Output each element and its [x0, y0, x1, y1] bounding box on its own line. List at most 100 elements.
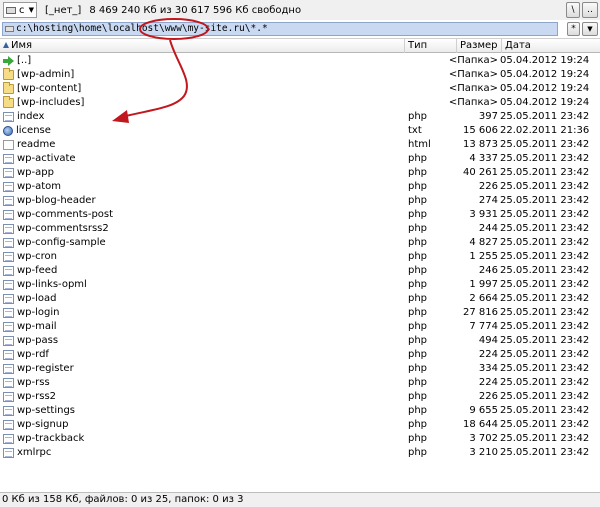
drive-icon — [5, 25, 14, 32]
file-row[interactable]: wp-register php 334 25.05.2011 23:42 — [0, 362, 600, 376]
file-row[interactable]: wp-comments-post php 3 931 25.05.2011 23:42 — [0, 208, 600, 222]
file-row[interactable]: wp-commentsrss2 php 244 25.05.2011 23:42 — [0, 222, 600, 236]
file-type: php — [408, 265, 428, 276]
root-dir-button[interactable]: \ — [566, 2, 580, 18]
file-name: wp-cron — [17, 251, 57, 262]
file-size: 224 — [478, 377, 498, 388]
file-name: wp-blog-header — [17, 195, 96, 206]
column-date[interactable]: Дата — [502, 39, 600, 53]
drive-letter: c — [19, 4, 25, 16]
file-name: wp-signup — [17, 419, 69, 430]
php-file-icon — [3, 350, 14, 360]
volume-label: [_нет_] — [45, 4, 82, 16]
file-size: 40 261 — [463, 167, 498, 178]
file-type: html — [408, 139, 431, 150]
parent-dir-button[interactable]: .. — [582, 2, 598, 18]
file-row[interactable]: xmlrpc php 3 210 25.05.2011 23:42 — [0, 446, 600, 460]
php-file-icon — [3, 294, 14, 304]
file-row[interactable]: wp-load php 2 664 25.05.2011 23:42 — [0, 292, 600, 306]
file-name-cell: [wp-content] — [3, 82, 403, 96]
file-name-cell: wp-atom — [3, 180, 403, 194]
column-size[interactable]: Размер — [457, 39, 502, 53]
up-arrow-icon — [3, 56, 14, 66]
file-size: 274 — [478, 195, 498, 206]
file-row[interactable]: wp-app php 40 261 25.05.2011 23:42 — [0, 166, 600, 180]
free-space-info: 8 469 240 Кб из 30 617 596 Кб свободно — [89, 4, 302, 16]
file-name: [..] — [17, 55, 32, 66]
file-name-cell: wp-comments-post — [3, 208, 403, 222]
file-row[interactable]: wp-login php 27 816 25.05.2011 23:42 — [0, 306, 600, 320]
file-size: 226 — [478, 181, 498, 192]
current-path[interactable]: c:\hosting\home\localhost\www\my-site.ru… — [2, 22, 558, 36]
column-type[interactable]: Тип — [405, 39, 457, 53]
file-date: 25.05.2011 23:42 — [500, 279, 590, 290]
file-row[interactable]: wp-links-opml php 1 997 25.05.2011 23:42 — [0, 278, 600, 292]
file-name-cell: wp-rss — [3, 376, 403, 390]
file-size: 3 210 — [469, 447, 498, 458]
file-row[interactable]: wp-cron php 1 255 25.05.2011 23:42 — [0, 250, 600, 264]
file-row[interactable]: wp-rdf php 224 25.05.2011 23:42 — [0, 348, 600, 362]
php-file-icon — [3, 434, 14, 444]
file-date: 25.05.2011 23:42 — [500, 181, 590, 192]
file-row[interactable]: wp-settings php 9 655 25.05.2011 23:42 — [0, 404, 600, 418]
file-row[interactable]: wp-config-sample php 4 827 25.05.2011 23:42 — [0, 236, 600, 250]
file-row[interactable]: wp-trackback php 3 702 25.05.2011 23:42 — [0, 432, 600, 446]
file-row[interactable]: readme html 13 873 25.05.2011 23:42 — [0, 138, 600, 152]
history-button[interactable]: * — [567, 22, 580, 36]
folder-row[interactable]: [wp-content] <Папка> 05.04.2012 19:24 — [0, 82, 600, 96]
file-size: <Папка> — [448, 69, 498, 80]
file-type: php — [408, 391, 428, 402]
file-row[interactable]: wp-feed php 246 25.05.2011 23:42 — [0, 264, 600, 278]
chevron-down-icon[interactable]: ▼ — [582, 22, 598, 36]
drive-selector[interactable]: c ▼ — [3, 2, 37, 18]
drive-bar: c ▼ [_нет_] 8 469 240 Кб из 30 617 596 К… — [0, 0, 600, 20]
file-name-cell: index — [3, 110, 403, 124]
file-row[interactable]: wp-rss php 224 25.05.2011 23:42 — [0, 376, 600, 390]
file-row[interactable]: wp-activate php 4 337 25.05.2011 23:42 — [0, 152, 600, 166]
file-name-cell: wp-load — [3, 292, 403, 306]
file-size: <Папка> — [448, 55, 498, 66]
file-size: 13 873 — [463, 139, 498, 150]
folder-row[interactable]: [..] <Папка> 05.04.2012 19:24 — [0, 54, 600, 68]
file-date: 05.04.2012 19:24 — [500, 97, 590, 108]
file-type: php — [408, 377, 428, 388]
file-list: [..] <Папка> 05.04.2012 19:24 [wp-admin] <Па… — [0, 54, 600, 460]
file-row[interactable]: wp-signup php 18 644 25.05.2011 23:42 — [0, 418, 600, 432]
file-row[interactable]: wp-rss2 php 226 25.05.2011 23:42 — [0, 390, 600, 404]
file-row[interactable]: index php 397 25.05.2011 23:42 — [0, 110, 600, 124]
file-date: 05.04.2012 19:24 — [500, 69, 590, 80]
php-file-icon — [3, 378, 14, 388]
file-date: 22.02.2011 21:36 — [500, 125, 590, 136]
file-name-cell: wp-blog-header — [3, 194, 403, 208]
file-size: 1 997 — [469, 279, 498, 290]
file-row[interactable]: wp-mail php 7 774 25.05.2011 23:42 — [0, 320, 600, 334]
file-name-cell: wp-login — [3, 306, 403, 320]
php-file-icon — [3, 238, 14, 248]
file-row[interactable]: wp-blog-header php 274 25.05.2011 23:42 — [0, 194, 600, 208]
folder-row[interactable]: [wp-includes] <Папка> 05.04.2012 19:24 — [0, 96, 600, 110]
file-name: wp-settings — [17, 405, 76, 416]
file-type: php — [408, 419, 428, 430]
file-date: 25.05.2011 23:42 — [500, 153, 590, 164]
file-row[interactable]: license txt 15 606 22.02.2011 21:36 — [0, 124, 600, 138]
path-text: c:\hosting\home\localhost\www\my-site.ru… — [16, 23, 268, 34]
folder-row[interactable]: [wp-admin] <Папка> 05.04.2012 19:24 — [0, 68, 600, 82]
file-size: 224 — [478, 349, 498, 360]
file-size: 334 — [478, 363, 498, 374]
php-file-icon — [3, 420, 14, 430]
file-row[interactable]: wp-atom php 226 25.05.2011 23:42 — [0, 180, 600, 194]
file-date: 25.05.2011 23:42 — [500, 111, 590, 122]
file-type: php — [408, 195, 428, 206]
file-date: 25.05.2011 23:42 — [500, 447, 590, 458]
file-row[interactable]: wp-pass php 494 25.05.2011 23:42 — [0, 334, 600, 348]
file-name-cell: wp-trackback — [3, 432, 403, 446]
column-name[interactable]: Имя — [0, 39, 405, 53]
file-name-cell: wp-settings — [3, 404, 403, 418]
file-date: 25.05.2011 23:42 — [500, 419, 590, 430]
file-name: wp-login — [17, 307, 60, 318]
file-date: 25.05.2011 23:42 — [500, 293, 590, 304]
file-name: wp-trackback — [17, 433, 85, 444]
file-name-cell: wp-links-opml — [3, 278, 403, 292]
php-file-icon — [3, 112, 14, 122]
folder-icon — [3, 82, 14, 94]
